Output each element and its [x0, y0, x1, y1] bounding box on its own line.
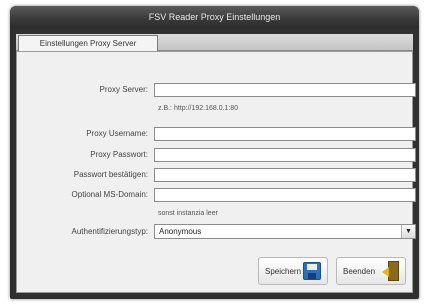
password-confirm-label: Passwort bestätigen: — [73, 170, 148, 179]
proxy-password-input[interactable] — [154, 148, 416, 162]
auth-type-select[interactable]: Anonymous ▼ — [154, 224, 416, 239]
exit-button-label: Beenden — [343, 267, 376, 276]
proxy-username-input[interactable] — [154, 127, 416, 141]
tab-strip: Einstellungen Proxy Server — [16, 34, 413, 51]
settings-panel: Proxy Server: z.B.: http://192.168.0.1:8… — [16, 51, 416, 293]
ms-domain-hint: sonst instanzia leer — [158, 210, 218, 217]
proxy-username-label: Proxy Username: — [86, 129, 148, 138]
proxy-settings-window: FSV Reader Proxy Einstellungen Einstellu… — [10, 6, 419, 299]
proxy-server-label: Proxy Server: — [99, 85, 148, 94]
ms-domain-label: Optional MS-Domain: — [71, 190, 148, 199]
save-button[interactable]: Speichern — [258, 257, 328, 285]
floppy-disk-icon — [303, 262, 321, 280]
exit-door-icon — [382, 261, 400, 281]
door-shape — [388, 261, 399, 281]
ms-domain-input[interactable] — [154, 188, 416, 202]
password-confirm-input[interactable] — [154, 168, 416, 182]
save-button-label: Speichern — [265, 267, 302, 276]
auth-type-value: Anonymous — [159, 227, 202, 236]
tab-proxy-settings[interactable]: Einstellungen Proxy Server — [18, 35, 158, 51]
auth-type-label: Authentifizierungstyp: — [71, 227, 149, 236]
proxy-server-input[interactable] — [154, 83, 416, 97]
window-title: FSV Reader Proxy Einstellungen — [10, 6, 419, 28]
exit-arrow — [382, 267, 389, 277]
exit-button[interactable]: Beenden — [336, 257, 406, 285]
proxy-server-hint: z.B.: http://192.168.0.1:80 — [158, 105, 239, 112]
chevron-down-icon[interactable]: ▼ — [401, 225, 415, 238]
proxy-password-label: Proxy Passwort: — [90, 150, 148, 159]
